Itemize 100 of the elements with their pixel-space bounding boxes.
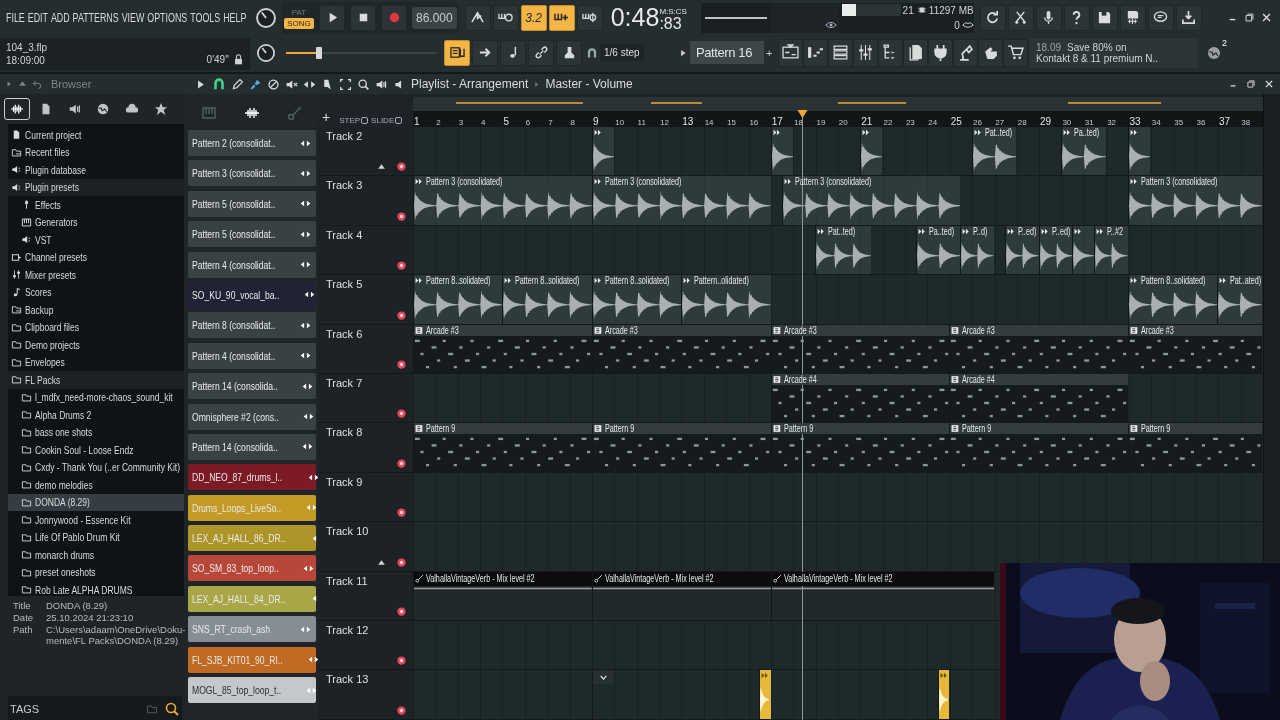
audio-clip[interactable]: Pattern 8..solidated) — [591, 275, 682, 324]
browser-item[interactable]: DONDA (8.29) — [8, 493, 184, 511]
browser-item[interactable]: Life Of Pablo Drum Kit — [8, 528, 184, 546]
automation-clip[interactable]: ValhallaVintageVerb - Mix level #2 — [413, 571, 592, 620]
browser-item[interactable]: preset oneshots — [8, 563, 184, 581]
browser-item[interactable]: Mixer presets — [8, 266, 184, 284]
browser-item[interactable]: Demo projects — [8, 336, 184, 354]
add-pattern-button[interactable]: + — [766, 46, 773, 59]
clip-source-item[interactable]: Pattern 4 (consolidat.. — [188, 342, 316, 369]
mode-toggle[interactable]: SONG — [284, 17, 314, 29]
browser-item[interactable]: bass one shots — [8, 423, 184, 441]
pattern-clip[interactable]: Arcade #4 — [949, 373, 1128, 423]
pattern-clip[interactable]: Pattern 9 — [413, 423, 592, 472]
clip-source-item[interactable]: Pattern 14 (consolida.. — [188, 433, 316, 460]
browser-item[interactable]: monarch drums — [8, 546, 184, 564]
pattern-clip[interactable]: Arcade #3 — [591, 324, 771, 373]
browser-item[interactable]: Rob Late ALPHA DRUMS — [8, 581, 184, 599]
automation-clip[interactable]: ValhallaVintageVerb - Mix level #2 — [770, 571, 994, 620]
clip-source-item[interactable]: Pattern 4 (consolidat.. — [188, 251, 316, 278]
audio-clip[interactable]: Pa..ted) — [915, 225, 961, 275]
automation-target[interactable]: Master - Volume — [545, 77, 633, 91]
browser-item[interactable]: Plugin database — [8, 161, 184, 179]
pattern-clip[interactable]: Arcade #3 — [770, 324, 950, 373]
audio-clip[interactable]: Pattern 3 (consolidated) — [591, 176, 771, 225]
track-lane[interactable]: Arcade #3 Arcade #3 Arcade #3 Arcade #3 Arcade #3 — [413, 324, 1263, 374]
browser-item[interactable]: VST — [8, 231, 184, 249]
pattern-clip[interactable]: Pattern 9 — [1128, 423, 1263, 472]
clip-source-item[interactable]: Pattern 5 (consolidat.. — [188, 221, 316, 248]
track-lane[interactable]: Pattern 8..solidated) Pattern 8..solidated) Pattern 8..solidated) Pattern..olidated) Pattern 8..solidated) Pat..ated) — [413, 275, 1263, 325]
pattern-clip[interactable]: Pattern 9 — [949, 423, 1128, 472]
audio-clip[interactable]: Pattern..olidated) — [681, 275, 771, 324]
audio-clip[interactable]: Pattern 3 (consolidated) — [781, 176, 961, 225]
menu-item[interactable]: FILE — [6, 10, 25, 25]
audio-clip[interactable]: Pattern 3 (consolidated) — [1128, 176, 1263, 225]
browser-item[interactable]: demo melodies — [8, 476, 184, 494]
audio-clip[interactable]: Pat..ated) — [1217, 275, 1263, 324]
clip-source-item[interactable]: Pattern 2 (consolidat.. — [188, 130, 316, 156]
browser-item[interactable]: Scores — [8, 283, 184, 301]
clip-source-item[interactable]: DD_NEO_87_drums_l.. — [188, 464, 316, 491]
browser-item[interactable]: Channel presets — [8, 248, 184, 266]
audio-clip[interactable]: Pattern 8..solidated) — [1128, 275, 1218, 324]
audio-clip[interactable]: P..d) — [960, 225, 994, 275]
menu-item[interactable]: ADD — [50, 10, 70, 25]
clip-source-item[interactable]: Pattern 3 (consolidat.. — [188, 160, 316, 187]
track-lane[interactable]: Pat..ted) Pa..ted) P..d) P..ed) P..ed) P..#2 — [413, 225, 1263, 276]
clip-source-item[interactable]: MOGL_85_top_loop_t.. — [188, 677, 316, 704]
browser-item[interactable]: Generators — [8, 213, 184, 231]
clip-source-item[interactable]: Pattern 8 (consolidat.. — [188, 312, 316, 339]
browser-item[interactable]: Cxdy - Thank You (..er Community Kit) — [8, 458, 184, 476]
audio-clip[interactable]: Pa..ted) — [1060, 127, 1106, 176]
pattern-clip[interactable]: Arcade #3 — [413, 324, 592, 373]
pattern-clip[interactable]: Pattern 9 — [770, 423, 950, 472]
pattern-clip[interactable]: Arcade #4 — [770, 373, 950, 423]
clip-source-item[interactable]: Pattern 5 (consolidat.. — [188, 190, 316, 217]
clip-source-item[interactable]: Pattern 14 (consolida.. — [188, 373, 316, 400]
browser-item[interactable]: Jonnywood - Essence Kit — [8, 511, 184, 529]
cpu-reading: 21 — [902, 4, 914, 16]
browser-item[interactable]: l_mdfx_need-more-chaos_sound_kit — [8, 388, 184, 406]
browser-item[interactable]: Clipboard files — [8, 318, 184, 336]
menu-item[interactable]: TOOLS — [190, 10, 221, 25]
audio-clip[interactable]: Pattern 8..solidated) — [413, 275, 503, 324]
audio-clip[interactable]: Pat..ted) — [815, 225, 872, 275]
clip-source-item[interactable]: SO_SM_83_top_loop.. — [188, 555, 316, 582]
browser-item[interactable]: Current project — [8, 126, 184, 144]
menu-item[interactable]: HELP — [223, 10, 247, 25]
pattern-selector[interactable]: Pattern 16 — [690, 41, 764, 64]
audio-clip[interactable]: P..ed) — [1005, 225, 1039, 275]
clip-source-item[interactable]: SO_KU_90_vocal_ba.. — [188, 281, 316, 308]
news-panel[interactable]: 18.09 Save 80% on Kontakt 8 & 11 premium N.. — [1030, 37, 1198, 68]
audio-clip[interactable]: Pattern 3 (consolidated) — [413, 176, 592, 225]
browser-item[interactable]: FL Packs — [8, 371, 184, 389]
track-lane[interactable]: Pat..ted) Pa..ted) — [413, 127, 1263, 177]
pattern-clip[interactable]: Arcade #3 — [1128, 324, 1263, 373]
toolbar-button[interactable]: 3.2 — [520, 4, 547, 31]
clip-source-item[interactable]: Omnisphere #2 (cons.. — [188, 403, 316, 430]
browser-item[interactable]: Alpha Drums 2 — [8, 406, 184, 424]
tempo-field[interactable]: 86.000 — [412, 6, 457, 29]
pattern-clip[interactable]: Arcade #3 — [949, 324, 1128, 373]
track-lane[interactable]: Pattern 9 Pattern 9 Pattern 9 Pattern 9 Pattern 9 — [413, 423, 1263, 473]
browser-item[interactable]: Effects — [8, 196, 184, 214]
browser-item[interactable]: Backup — [8, 301, 184, 319]
menu-item[interactable]: OPTIONS — [147, 10, 188, 25]
add-track-button[interactable]: + — [322, 109, 331, 125]
browser-item[interactable]: Envelopes — [8, 353, 184, 371]
menu-item[interactable]: EDIT — [27, 10, 48, 25]
audio-clip[interactable]: P..ed) — [1038, 225, 1073, 275]
automation-clip[interactable]: ValhallaVintageVerb - Mix level #2 — [591, 571, 771, 620]
browser-item[interactable]: Cookin Soul - Loose Endz — [8, 441, 184, 459]
track-lane[interactable]: ValhallaVintageVerb - Mix level #2 ValhallaVintageVerb - Mix level #2 ValhallaVintageVerb - Mix level #2 — [413, 571, 1000, 621]
audio-clip[interactable]: Pat..ted) — [971, 127, 1017, 176]
audio-clip[interactable]: Pattern 8..solidated) — [502, 275, 592, 324]
menu-item[interactable]: PATTERNS — [72, 10, 119, 25]
browser-item[interactable]: Plugin presets — [8, 178, 184, 196]
menu-item[interactable]: VIEW — [121, 10, 145, 25]
snap-selector[interactable]: 1/6 step — [600, 44, 644, 61]
browser-item[interactable]: Recent files — [8, 143, 184, 161]
track-lane[interactable]: Pattern 3 (consolidated) Pattern 3 (consolidated) Pattern 3 (consolidated) Pattern 3 (consolidated) — [413, 176, 1263, 226]
track-lane[interactable]: Arcade #4 Arcade #4 — [413, 373, 1263, 424]
pattern-clip[interactable]: Pattern 9 — [591, 423, 771, 472]
audio-clip[interactable]: P..#2 — [1094, 225, 1128, 275]
